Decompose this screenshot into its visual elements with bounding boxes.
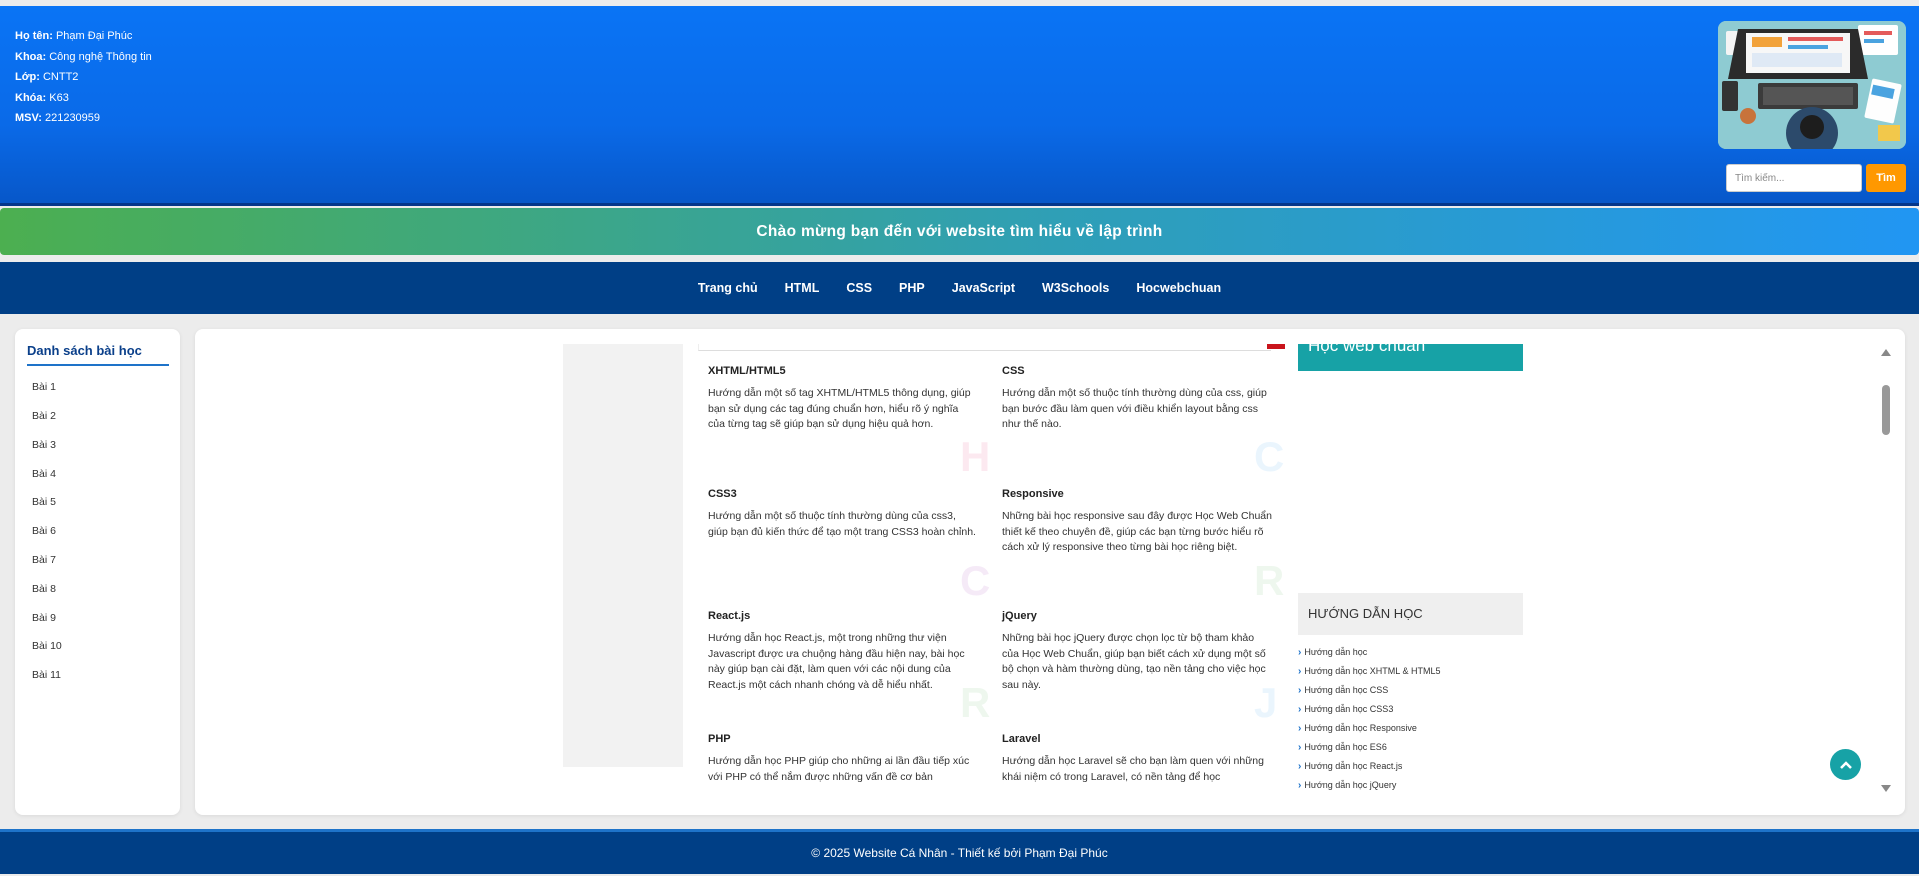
lesson-link[interactable]: Bài 10 [32, 640, 62, 652]
card-description: Hướng dẫn học PHP giúp cho những ai lần … [708, 755, 970, 783]
lesson-link[interactable]: Bài 9 [32, 612, 56, 624]
lesson-link[interactable]: Bài 2 [32, 410, 56, 422]
watermark-letter: C [960, 557, 991, 604]
course-card[interactable]: CSS Hướng dẫn một số thuộc tính thường d… [1002, 365, 1272, 433]
lesson-link[interactable]: Bài 8 [32, 583, 56, 595]
guide-link[interactable]: › Hướng dẫn học CSS3 [1298, 704, 1393, 715]
lesson-link[interactable]: Bài 11 [32, 669, 61, 681]
scroll-down-arrow-icon[interactable] [1881, 785, 1891, 792]
card-title: jQuery [1002, 610, 1037, 622]
scroll-up-arrow-icon[interactable] [1881, 349, 1891, 356]
card-grid: H C C R R J XHTML/HTML5 Hướng dẫn một số… [698, 349, 1298, 795]
chevron-right-icon: › [1298, 761, 1302, 772]
nav-link-hocwebchuan[interactable]: Hocwebchuan [1136, 281, 1221, 295]
guide-link[interactable]: › Hướng dẫn học jQuery [1298, 780, 1396, 791]
course-card[interactable]: Laravel Hướng dẫn học Laravel sẽ cho bạn… [1002, 733, 1272, 785]
search-button[interactable]: Tìm [1866, 164, 1906, 192]
card-description: Những bài học responsive sau đây được Họ… [1002, 510, 1272, 553]
guide-link[interactable]: › Hướng dẫn học CSS [1298, 685, 1388, 696]
nav-link-home[interactable]: Trang chủ [698, 281, 758, 295]
welcome-banner: Chào mừng bạn đến với website tìm hiểu v… [0, 208, 1919, 255]
chevron-right-icon: › [1298, 647, 1302, 658]
lesson-link[interactable]: Bài 5 [32, 496, 56, 508]
header: Họ tên: Phạm Đại Phúc Khoa: Công nghệ Th… [0, 6, 1919, 206]
desk-illustration-icon [1718, 21, 1906, 149]
info-row: MSV: 221230959 [15, 112, 101, 124]
guide-link[interactable]: › Hướng dẫn học React.js [1298, 761, 1402, 772]
content-frame: H C C R R J XHTML/HTML5 Hướng dẫn một số… [195, 329, 1905, 815]
nav-link-html[interactable]: HTML [785, 281, 820, 295]
info-row: Họ tên: Phạm Đại Phúc [15, 30, 133, 42]
card-title: React.js [708, 610, 751, 622]
chevron-right-icon: › [1298, 780, 1302, 791]
search-input[interactable] [1726, 164, 1862, 192]
card-title: CSS [1002, 365, 1025, 377]
guide-link[interactable]: › Hướng dẫn học Responsive [1298, 723, 1417, 734]
chevron-right-icon: › [1298, 685, 1302, 696]
card-description: Những bài học jQuery được chọn lọc từ bộ… [1002, 632, 1266, 691]
course-card[interactable]: jQuery Những bài học jQuery được chọn lọ… [1002, 610, 1272, 693]
card-title: XHTML/HTML5 [708, 365, 786, 377]
card-description: Hướng dẫn một số thuộc tính thường dùng … [708, 510, 976, 538]
card-title: Laravel [1002, 733, 1041, 745]
hocwebchuan-banner[interactable]: Học web chuẩn [1298, 344, 1523, 371]
watermark-letter: H [960, 433, 991, 480]
lesson-sidebar: Danh sách bài học Bài 1 Bài 2 Bài 3 Bài … [15, 329, 180, 815]
footer: © 2025 Website Cá Nhân - Thiết kế bởi Ph… [0, 829, 1919, 874]
nav-link-javascript[interactable]: JavaScript [952, 281, 1015, 295]
lesson-link[interactable]: Bài 1 [32, 381, 56, 393]
course-card[interactable]: Responsive Những bài học responsive sau … [1002, 488, 1272, 556]
nav-link-w3schools[interactable]: W3Schools [1042, 281, 1109, 295]
scrollbar[interactable] [1878, 349, 1894, 799]
nav-link-css[interactable]: CSS [846, 281, 872, 295]
card-description: Hướng dẫn học React.js, một trong những … [708, 632, 965, 691]
card-title: PHP [708, 733, 731, 745]
course-card[interactable]: CSS3 Hướng dẫn một số thuộc tính thường … [708, 488, 978, 540]
nav-link-php[interactable]: PHP [899, 281, 925, 295]
card-description: Hướng dẫn học Laravel sẽ cho bạn làm que… [1002, 755, 1264, 783]
lesson-link[interactable]: Bài 3 [32, 439, 56, 451]
guide-link[interactable]: › Hướng dẫn học [1298, 647, 1367, 658]
back-to-top-button[interactable] [1830, 749, 1861, 780]
course-card[interactable]: XHTML/HTML5 Hướng dẫn một số tag XHTML/H… [708, 365, 978, 433]
chevron-up-icon [1839, 760, 1852, 769]
main-nav: Trang chủ HTML CSS PHP JavaScript W3Scho… [0, 262, 1919, 314]
course-card[interactable]: React.js Hướng dẫn học React.js, một tro… [708, 610, 978, 693]
lesson-link[interactable]: Bài 7 [32, 554, 56, 566]
header-illustration [1718, 21, 1906, 149]
chevron-right-icon: › [1298, 723, 1302, 734]
info-row: Khoa: Công nghệ Thông tin [15, 50, 152, 63]
watermark-letter: R [1254, 557, 1285, 604]
card-title: CSS3 [708, 488, 737, 500]
card-description: Hướng dẫn một số tag XHTML/HTML5 thông d… [708, 387, 971, 430]
card-description: Hướng dẫn một số thuộc tính thường dùng … [1002, 387, 1267, 430]
guide-heading: HƯỚNG DẪN HỌC [1298, 593, 1523, 635]
card-title: Responsive [1002, 488, 1064, 500]
chevron-right-icon: › [1298, 742, 1302, 753]
lesson-link[interactable]: Bài 4 [32, 468, 56, 480]
info-row: Khóa: K63 [15, 91, 69, 104]
chevron-right-icon: › [1298, 704, 1302, 715]
student-info: Họ tên: Phạm Đại Phúc Khoa: Công nghệ Th… [15, 26, 152, 129]
scroll-thumb[interactable] [1882, 385, 1890, 435]
guide-link[interactable]: › Hướng dẫn học ES6 [1298, 742, 1387, 753]
lesson-link[interactable]: Bài 6 [32, 525, 56, 537]
left-gray-column [563, 344, 683, 767]
guide-link[interactable]: › Hướng dẫn học XHTML & HTML5 [1298, 666, 1441, 677]
info-row: Lớp: CNTT2 [15, 71, 79, 83]
chevron-right-icon: › [1298, 666, 1302, 677]
course-card[interactable]: PHP Hướng dẫn học PHP giúp cho những ai … [708, 733, 978, 785]
watermark-letter: C [1254, 433, 1285, 480]
sidebar-title: Danh sách bài học [27, 343, 169, 366]
